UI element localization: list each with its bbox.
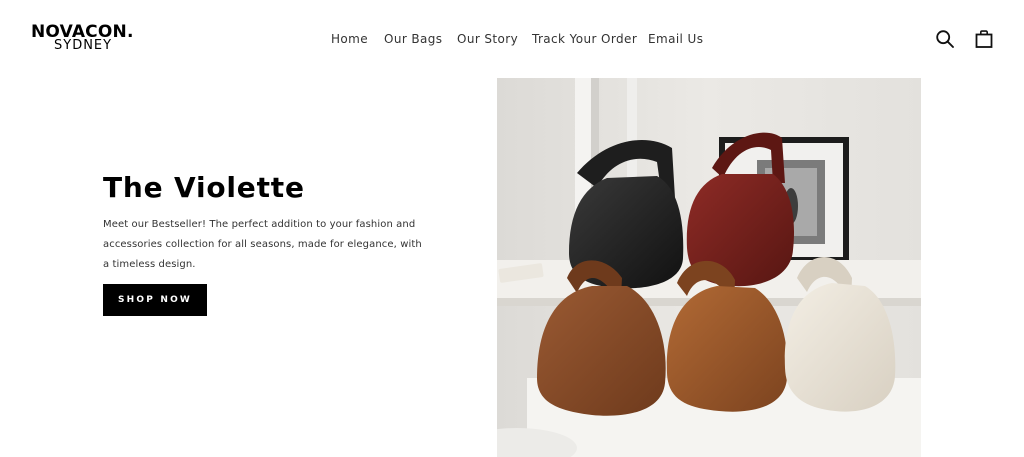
nav-item-email-us[interactable]: Email Us — [648, 30, 703, 48]
nav-item-home[interactable]: Home — [331, 30, 368, 48]
nav-item-track-your-order[interactable]: Track Your Order — [532, 30, 637, 48]
site-header: NOVACON. SYDNEY Home Our Bags Our Story … — [0, 0, 1024, 78]
hero-title: The Violette — [103, 171, 305, 204]
nav-item-our-bags[interactable]: Our Bags — [384, 30, 442, 48]
shopping-bag-icon[interactable] — [974, 29, 994, 49]
shop-now-button[interactable]: SHOP NOW — [103, 284, 207, 316]
hero-product-image — [497, 78, 921, 457]
brand-location: SYDNEY — [54, 38, 113, 53]
search-icon[interactable] — [935, 29, 955, 49]
brand-logo[interactable]: NOVACON. SYDNEY — [31, 22, 151, 56]
nav-item-our-story[interactable]: Our Story — [457, 30, 518, 48]
hero-description: Meet our Bestseller! The perfect additio… — [103, 219, 422, 270]
